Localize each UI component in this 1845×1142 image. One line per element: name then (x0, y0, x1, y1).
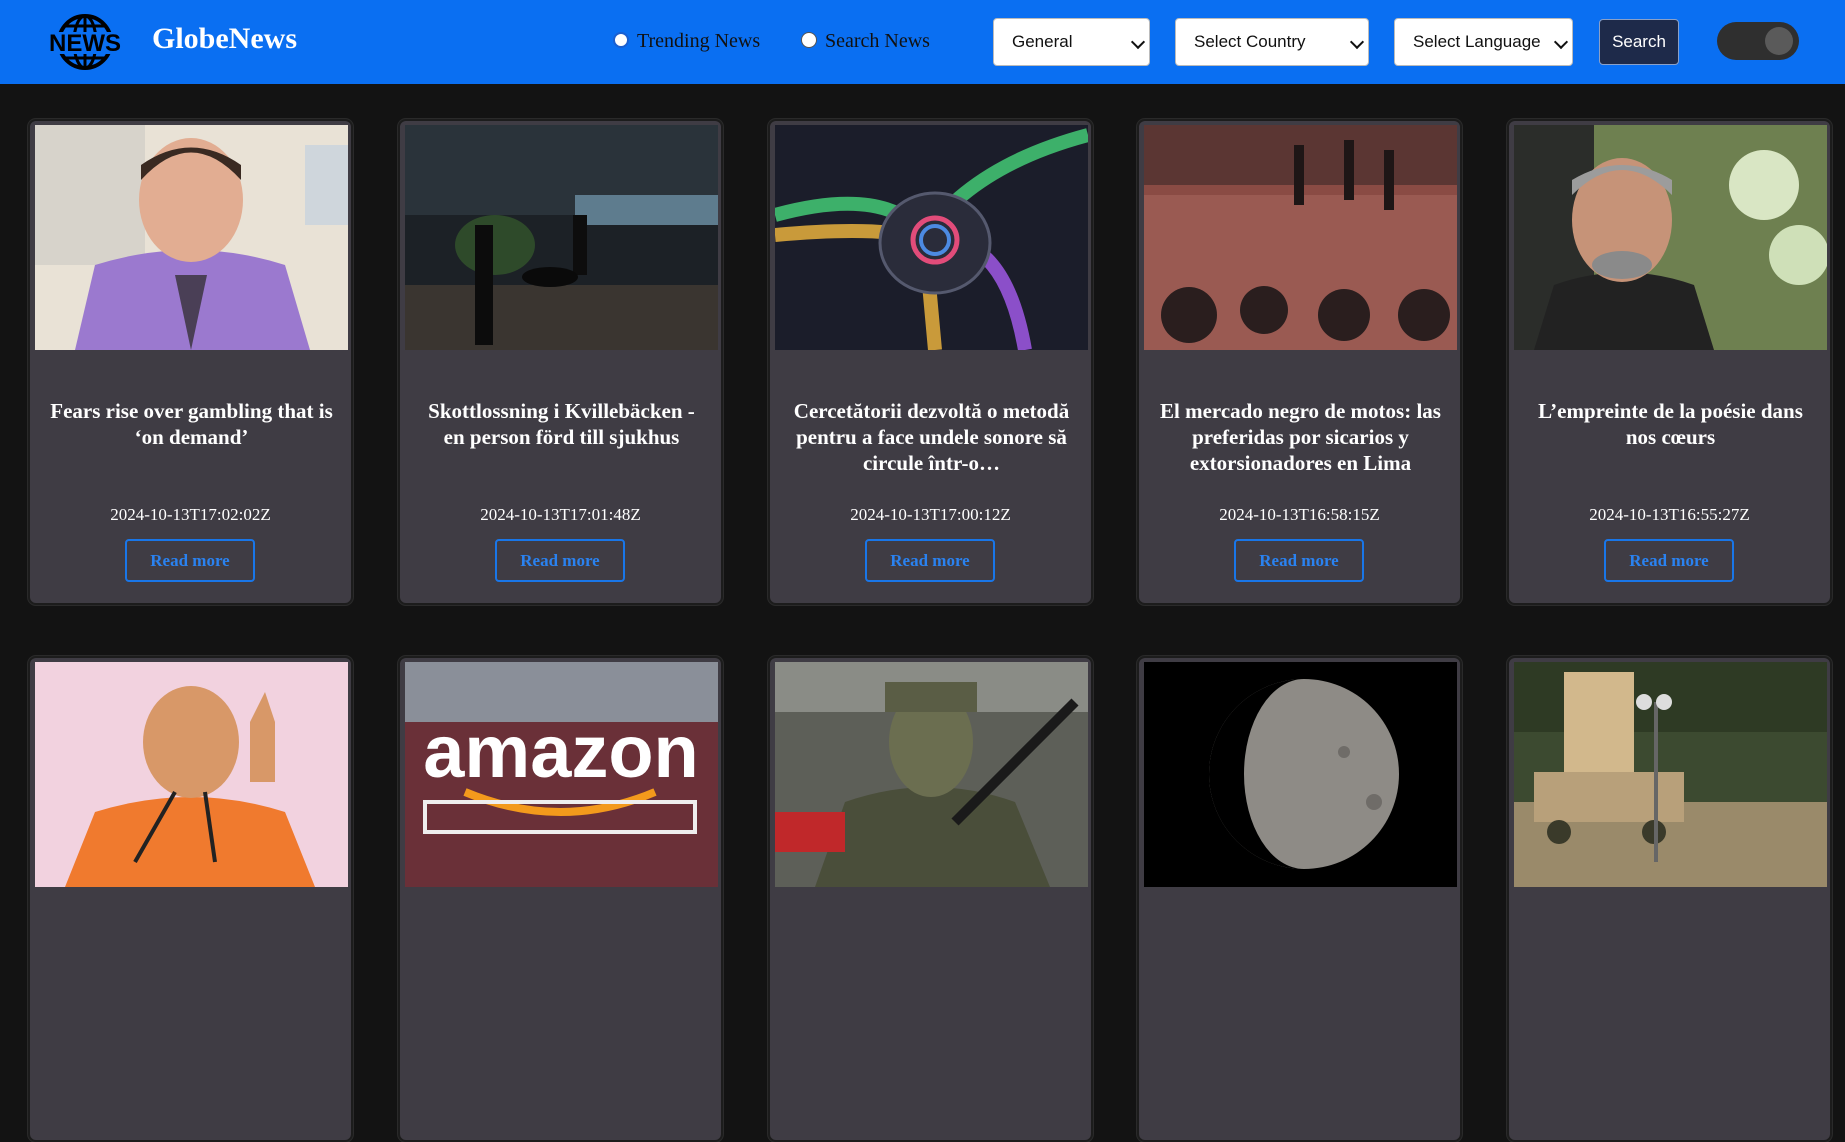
amazon-logo-icon: amazon (423, 710, 699, 793)
article-title: L’empreinte de la poésie dans nos cœurs (1538, 399, 1803, 449)
article-image (35, 662, 348, 887)
article-image (1144, 125, 1457, 350)
article-image (35, 125, 348, 350)
read-more-button[interactable]: Read more (495, 539, 625, 582)
article-date: 2024-10-13T17:02:02Z (110, 505, 271, 524)
news-card: amazon (398, 656, 723, 1142)
radio-search-label: Search News (825, 30, 930, 52)
country-select[interactable]: Select Country (1175, 18, 1369, 66)
toggle-knob (1765, 27, 1793, 55)
news-card: Cercetătorii dezvoltă o metodă pentru a … (768, 119, 1093, 605)
news-card: L’empreinte de la poésie dans nos cœurs … (1507, 119, 1832, 605)
country-select-value: Select Country (1194, 32, 1306, 51)
chevron-down-icon (1130, 34, 1146, 50)
article-image (775, 662, 1088, 887)
news-card: Skottlossning i Kvillebäcken - en person… (398, 119, 723, 605)
brand-title[interactable]: GlobeNews (152, 22, 297, 56)
chevron-down-icon (1349, 34, 1365, 50)
article-image (775, 125, 1088, 350)
dark-mode-toggle[interactable] (1717, 22, 1799, 60)
news-card: Fears rise over gambling that is ‘on dem… (28, 119, 353, 605)
radio-button-checked[interactable] (613, 31, 629, 48)
navbar: NEWS GlobeNews Trending News Search News… (0, 0, 1845, 84)
search-button[interactable]: Search (1599, 19, 1679, 65)
radio-search-news[interactable]: Search News (801, 30, 930, 53)
article-title: Cercetătorii dezvoltă o metodă pentru a … (793, 399, 1070, 475)
article-date: 2024-10-13T16:55:27Z (1589, 505, 1750, 524)
category-select-value: General (1012, 32, 1073, 51)
news-card (768, 656, 1093, 1142)
article-date: 2024-10-13T16:58:15Z (1219, 505, 1380, 524)
radio-trending-label: Trending News (637, 30, 761, 52)
logo-text: NEWS (49, 30, 121, 57)
language-select-value: Select Language (1413, 32, 1541, 51)
news-card: El mercado negro de motos: las preferida… (1137, 119, 1462, 605)
article-title: Fears rise over gambling that is ‘on dem… (50, 399, 333, 449)
chevron-down-icon (1553, 34, 1569, 50)
globe-news-logo-icon[interactable]: NEWS (44, 14, 126, 70)
radio-trending-news[interactable]: Trending News (613, 30, 760, 53)
radio-button-unchecked[interactable] (801, 31, 817, 48)
read-more-button[interactable]: Read more (865, 539, 995, 582)
language-select[interactable]: Select Language (1394, 18, 1573, 66)
category-select[interactable]: General (993, 18, 1150, 66)
read-more-button[interactable]: Read more (125, 539, 255, 582)
news-card (1507, 656, 1832, 1142)
article-image (1144, 662, 1457, 887)
article-image (1514, 662, 1827, 887)
article-image: amazon (405, 662, 718, 887)
article-title: El mercado negro de motos: las preferida… (1160, 399, 1441, 475)
read-more-button[interactable]: Read more (1234, 539, 1364, 582)
article-title: Skottlossning i Kvillebäcken - en person… (428, 399, 695, 449)
article-date: 2024-10-13T17:01:48Z (480, 505, 641, 524)
read-more-button[interactable]: Read more (1604, 539, 1734, 582)
news-card (1137, 656, 1462, 1142)
news-card (28, 656, 353, 1142)
article-date: 2024-10-13T17:00:12Z (850, 505, 1011, 524)
article-image (1514, 125, 1827, 350)
article-image (405, 125, 718, 350)
